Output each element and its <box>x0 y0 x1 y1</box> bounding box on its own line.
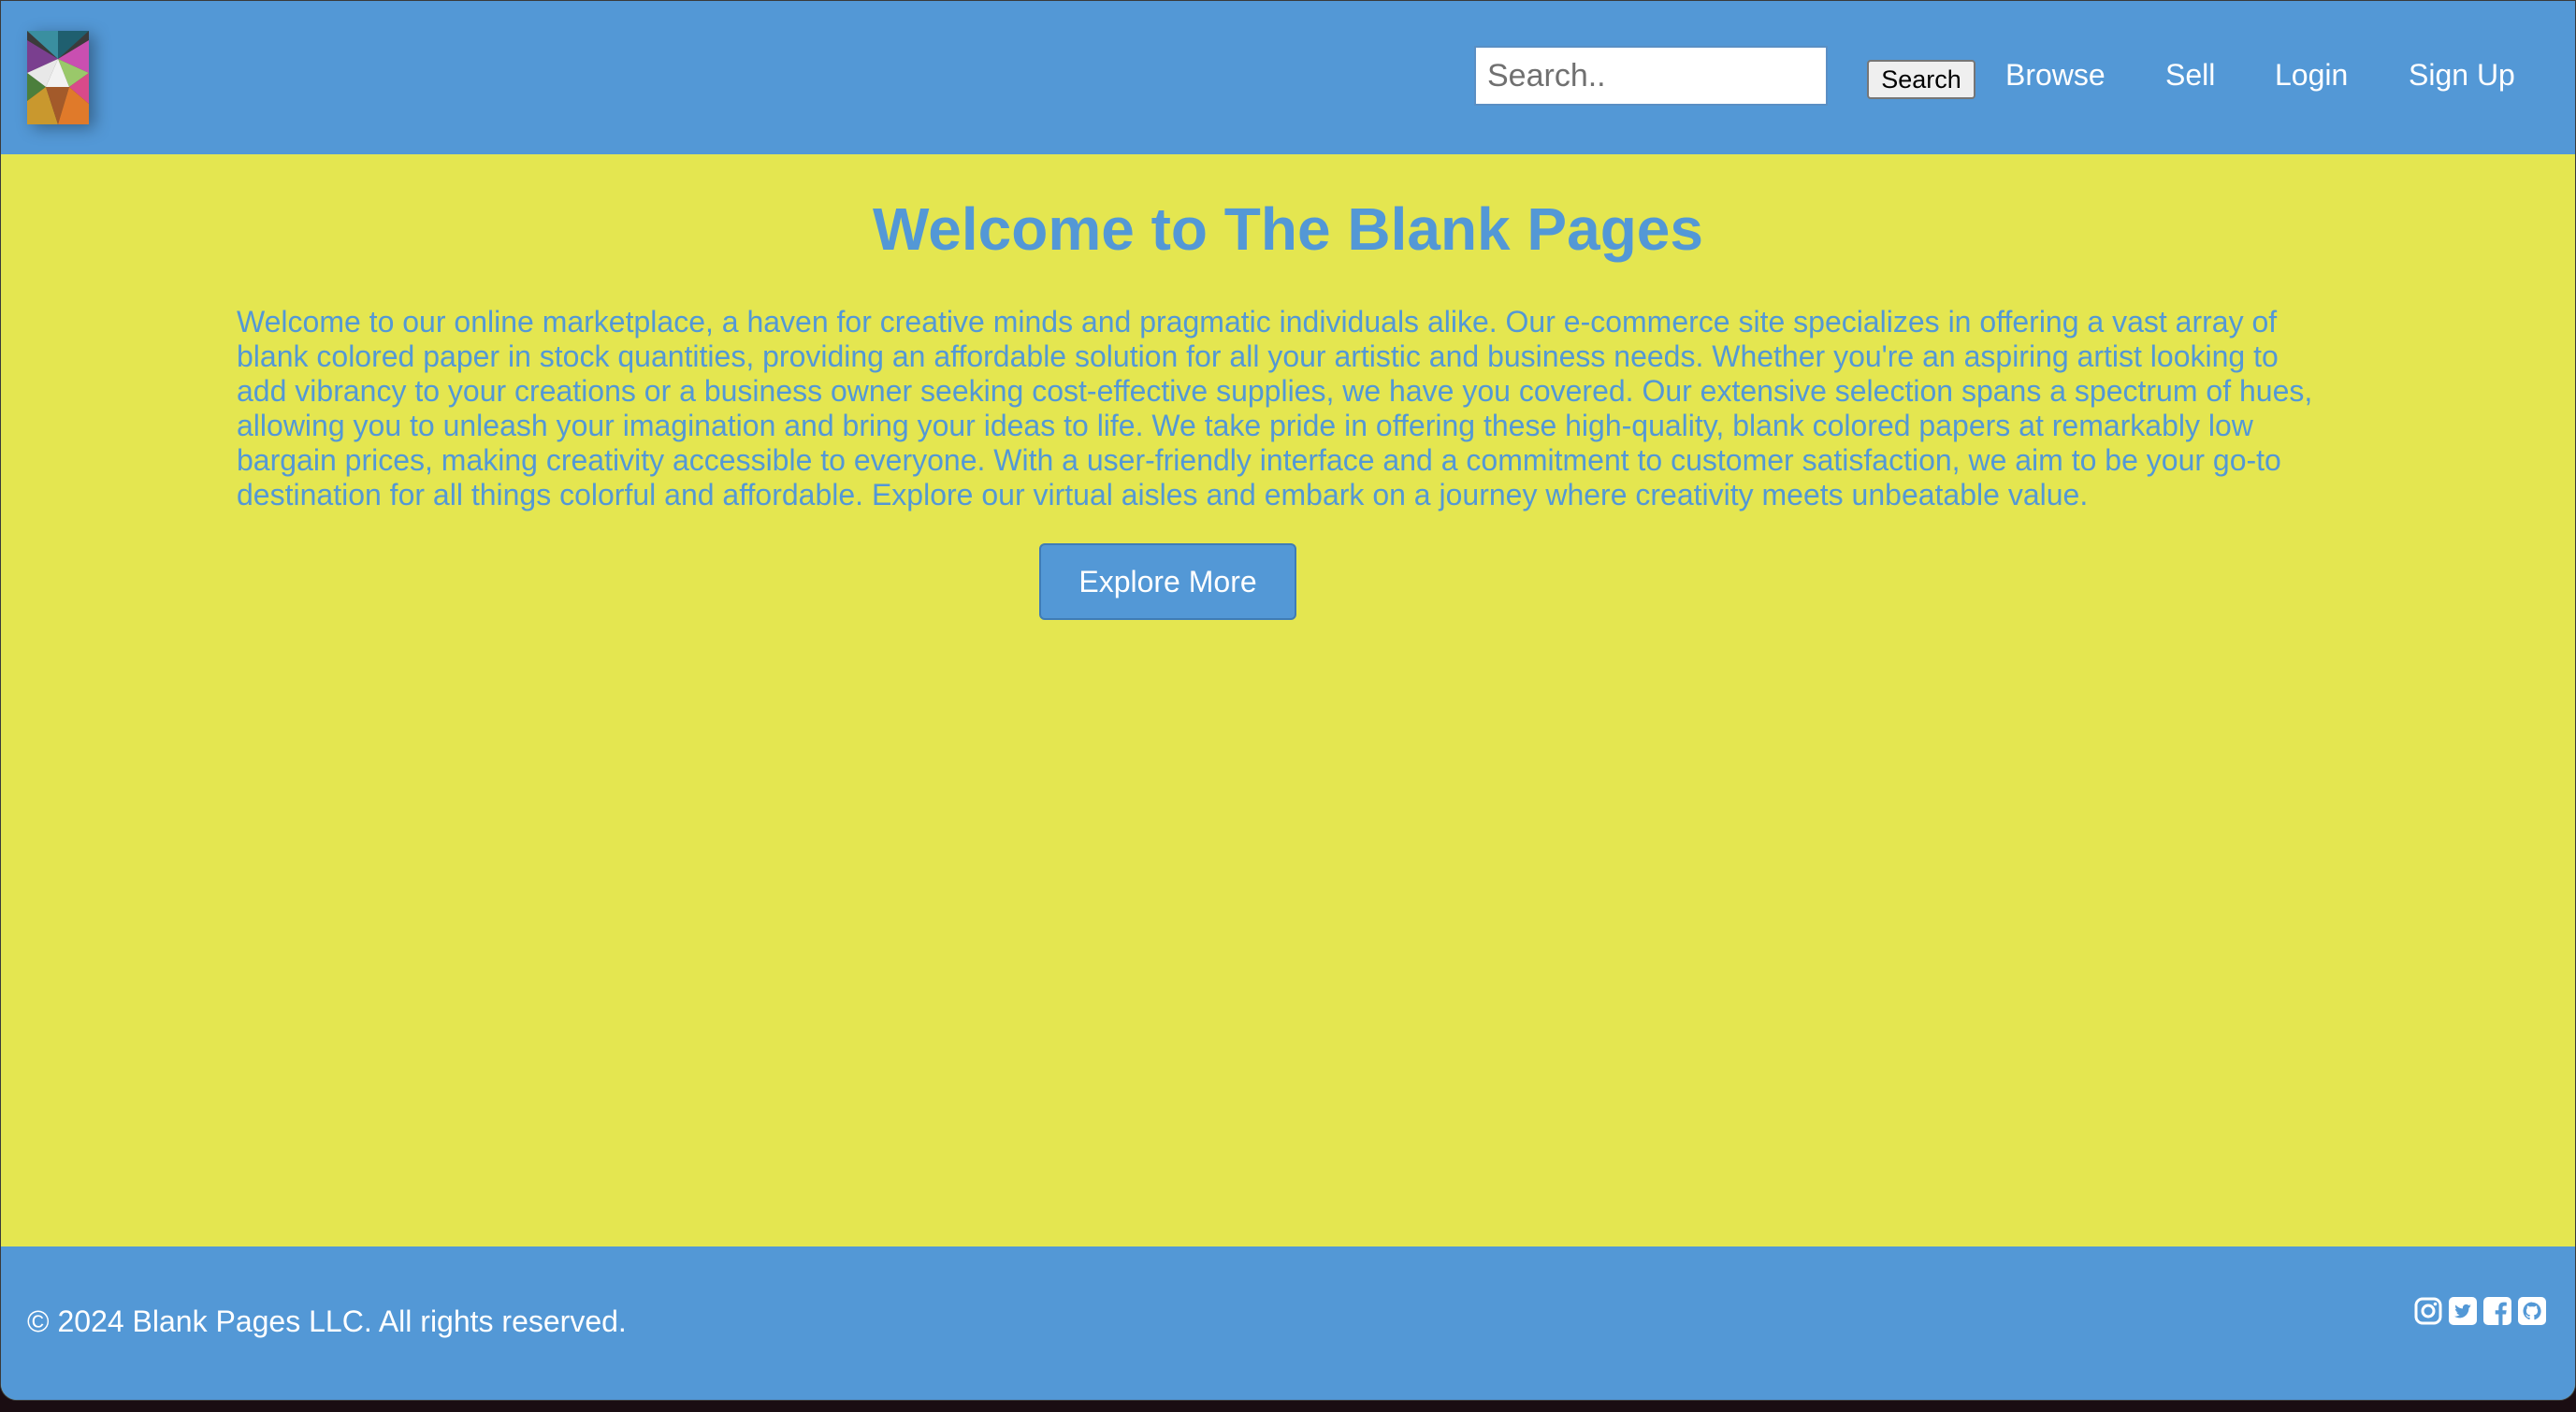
site-header: Search Browse Sell Login Sign Up <box>1 1 2575 154</box>
page-title: Welcome to The Blank Pages <box>873 195 1703 263</box>
browser-viewport: Search Browse Sell Login Sign Up Welcome… <box>0 0 2576 1401</box>
instagram-icon[interactable] <box>2414 1297 2442 1325</box>
nav-sell-link[interactable]: Sell <box>2165 54 2215 95</box>
search-input[interactable] <box>1474 46 1828 106</box>
facebook-icon[interactable] <box>2483 1297 2511 1325</box>
copyright-text: © 2024 Blank Pages LLC. All rights reser… <box>27 1304 627 1338</box>
nav-signup-link[interactable]: Sign Up <box>2409 54 2515 95</box>
explore-more-button[interactable]: Explore More <box>1039 543 1296 620</box>
github-icon[interactable] <box>2518 1297 2546 1325</box>
nav-login-link[interactable]: Login <box>2275 54 2348 95</box>
twitter-icon[interactable] <box>2449 1297 2477 1325</box>
logo-image <box>27 31 89 124</box>
nav-browse-link[interactable]: Browse <box>2005 54 2106 95</box>
intro-paragraph: Welcome to our online marketplace, a hav… <box>237 305 2313 511</box>
site-logo[interactable] <box>27 31 89 124</box>
search-button[interactable]: Search <box>1867 60 1975 99</box>
